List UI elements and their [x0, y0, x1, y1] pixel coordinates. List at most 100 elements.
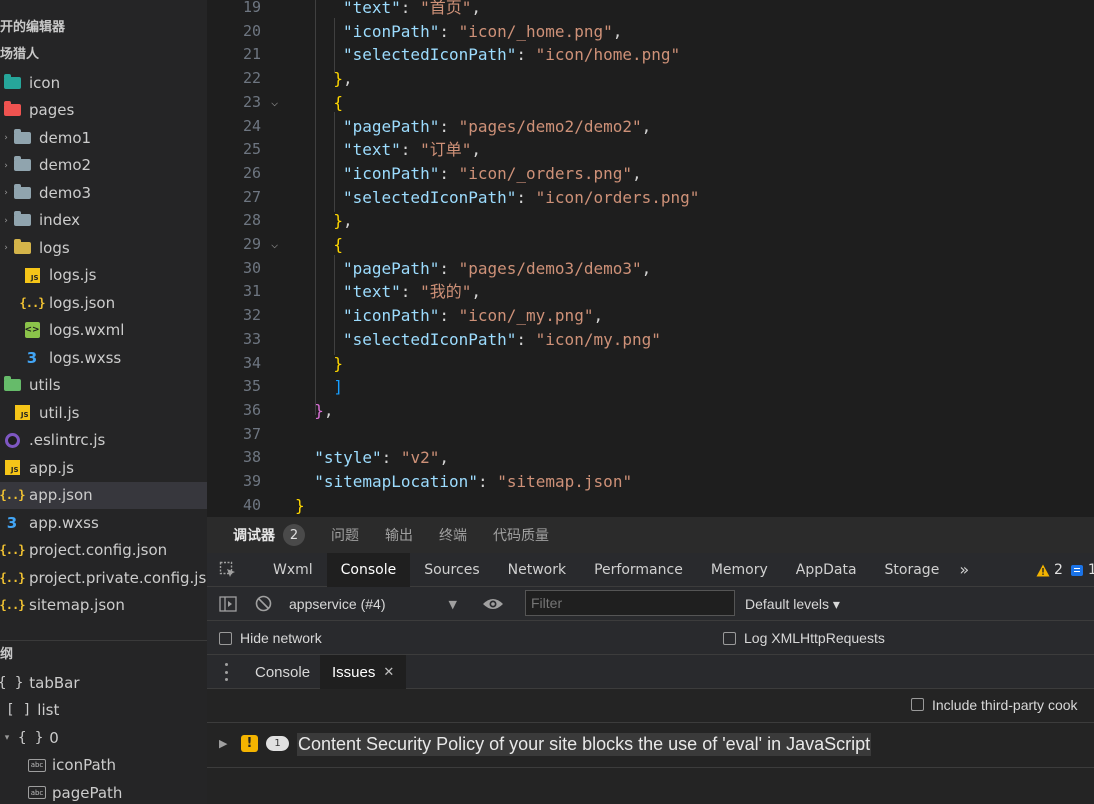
tree-item[interactable]: › index: [0, 207, 207, 234]
code-line[interactable]: 40}: [207, 494, 1094, 517]
drawer-menu-icon[interactable]: [221, 663, 231, 681]
code-content: }: [295, 494, 305, 517]
outline-item[interactable]: { } tabBar: [0, 669, 207, 696]
code-line[interactable]: 38 "style": "v2",: [207, 446, 1094, 469]
devtools-tab-network[interactable]: Network: [494, 553, 580, 587]
outline-item[interactable]: [ ] list: [0, 697, 207, 724]
fold-chevron-icon[interactable]: ⌵: [271, 91, 278, 114]
context-select[interactable]: appservice (#4) ▼: [289, 587, 469, 621]
code-line[interactable]: 21 "selectedIconPath": "icon/home.png": [207, 43, 1094, 66]
code-editor[interactable]: 19 "text": "首页", 20 "iconPath": "icon/_home…: [207, 0, 1094, 517]
chevron-right-icon[interactable]: ›: [1, 188, 11, 198]
tree-item[interactable]: 3 logs.wxss: [0, 344, 207, 371]
sidebar-toggle-icon[interactable]: [219, 596, 237, 616]
include-third-party-checkbox[interactable]: [911, 698, 924, 711]
tab-terminal[interactable]: 终端: [439, 525, 467, 545]
tree-item-label: app.js: [29, 458, 74, 477]
code-line[interactable]: 30 "pagePath": "pages/demo3/demo3",: [207, 257, 1094, 280]
tree-item[interactable]: › demo3: [0, 179, 207, 206]
outline-item[interactable]: abc iconPath: [0, 752, 207, 779]
hide-network-checkbox[interactable]: [219, 632, 232, 645]
devtools-tab-appdata[interactable]: AppData: [782, 553, 871, 587]
code-line[interactable]: 29 ⌵ {: [207, 233, 1094, 256]
tree-item[interactable]: JS logs.js: [0, 262, 207, 289]
tab-code-quality[interactable]: 代码质量: [493, 525, 549, 545]
tree-item[interactable]: › demo1: [0, 124, 207, 151]
outline-item[interactable]: ▾ { } 0: [0, 724, 207, 751]
code-token: "我的": [420, 282, 472, 302]
tab-output[interactable]: 输出: [385, 525, 413, 545]
issue-title[interactable]: Content Security Policy of your site blo…: [297, 733, 872, 756]
drawer-tab-issues[interactable]: Issues ✕: [320, 655, 407, 689]
tree-item[interactable]: JS app.js: [0, 454, 207, 481]
tree-item[interactable]: <> logs.wxml: [0, 317, 207, 344]
devtools-tab-console[interactable]: Console: [326, 552, 411, 587]
code-line[interactable]: 19 "text": "首页",: [207, 0, 1094, 19]
drawer-tab-console[interactable]: Console: [255, 655, 310, 689]
outline-header[interactable]: 纲: [0, 642, 13, 668]
outline-item[interactable]: abc pagePath: [0, 779, 207, 804]
tree-item-label: logs.wxss: [49, 348, 122, 367]
code-line[interactable]: 39 "sitemapLocation": "sitemap.json": [207, 470, 1094, 493]
tree-item[interactable]: {..} sitemap.json: [0, 592, 207, 619]
tree-item[interactable]: {..} project.private.config.js...: [0, 564, 207, 591]
inspect-element-icon[interactable]: [213, 553, 243, 587]
tab-problems[interactable]: 问题: [331, 525, 359, 545]
fold-chevron-icon[interactable]: ⌵: [271, 233, 278, 256]
log-levels-select[interactable]: Default levels ▾: [745, 587, 840, 621]
code-line[interactable]: 24 "pagePath": "pages/demo2/demo2",: [207, 115, 1094, 138]
tree-item[interactable]: pages: [0, 97, 207, 124]
open-editors-header[interactable]: 开的编辑器: [0, 15, 65, 41]
chevron-right-icon[interactable]: ›: [1, 161, 11, 171]
code-token: ,: [439, 448, 450, 468]
chevron-right-icon[interactable]: ›: [1, 216, 11, 226]
expand-chevron-icon[interactable]: ▶: [219, 737, 227, 750]
tab-debugger[interactable]: 调试器 2: [233, 524, 305, 546]
tree-item[interactable]: icon: [0, 69, 207, 96]
code-line[interactable]: 34}: [207, 352, 1094, 375]
code-line[interactable]: 33 "selectedIconPath": "icon/my.png": [207, 328, 1094, 351]
chevron-down-icon[interactable]: ▾: [2, 733, 12, 743]
tree-item[interactable]: 3 app.wxss: [0, 509, 207, 536]
tree-item[interactable]: {..} app.json: [0, 481, 207, 509]
tree-item[interactable]: {..} project.config.json: [0, 537, 207, 564]
code-token: }: [333, 69, 344, 89]
tree-item[interactable]: JS util.js: [0, 399, 207, 426]
log-xhr-checkbox[interactable]: [723, 632, 736, 645]
clear-console-icon[interactable]: [255, 595, 272, 616]
tree-item[interactable]: utils: [0, 372, 207, 399]
warning-icon: [1036, 564, 1050, 576]
tree-item[interactable]: {..} logs.json: [0, 289, 207, 316]
code-line[interactable]: 25 "text": "订单",: [207, 138, 1094, 161]
devtools-tab-sources[interactable]: Sources: [410, 553, 493, 587]
code-line[interactable]: 23 ⌵ {: [207, 91, 1094, 114]
tree-item[interactable]: › logs: [0, 234, 207, 261]
js-file-icon: JS: [3, 459, 21, 477]
issue-counters[interactable]: 2 1: [1036, 553, 1094, 587]
close-icon[interactable]: ✕: [383, 664, 394, 680]
code-line[interactable]: 22},: [207, 67, 1094, 90]
devtools-tab-memory[interactable]: Memory: [697, 553, 782, 587]
issue-row[interactable]: ▶ ! 1 Content Security Policy of your si…: [207, 722, 1094, 768]
chevron-right-icon[interactable]: ›: [1, 243, 11, 253]
code-line[interactable]: 31 "text": "我的",: [207, 280, 1094, 303]
code-line[interactable]: 27 "selectedIconPath": "icon/orders.png": [207, 186, 1094, 209]
code-line[interactable]: 20 "iconPath": "icon/_home.png",: [207, 20, 1094, 43]
devtools-tab-wxml[interactable]: Wxml: [259, 553, 327, 587]
project-header[interactable]: 场猎人: [0, 42, 39, 68]
chevron-right-icon[interactable]: ›: [1, 133, 11, 143]
more-tabs-chevron-icon[interactable]: »: [953, 553, 975, 587]
console-filter-input[interactable]: [525, 590, 735, 616]
tree-item[interactable]: › demo2: [0, 152, 207, 179]
code-line[interactable]: 28},: [207, 209, 1094, 232]
code-line[interactable]: 26 "iconPath": "icon/_orders.png",: [207, 162, 1094, 185]
devtools-tab-performance[interactable]: Performance: [580, 553, 697, 587]
devtools-tab-storage[interactable]: Storage: [871, 553, 954, 587]
code-line[interactable]: 35]: [207, 375, 1094, 398]
live-expression-eye-icon[interactable]: [482, 596, 504, 616]
code-line[interactable]: 32 "iconPath": "icon/_my.png",: [207, 304, 1094, 327]
code-line[interactable]: 36},: [207, 399, 1094, 422]
code-line[interactable]: 37: [207, 423, 1094, 446]
js-file-icon: JS: [23, 266, 41, 284]
tree-item[interactable]: .eslintrc.js: [0, 427, 207, 454]
